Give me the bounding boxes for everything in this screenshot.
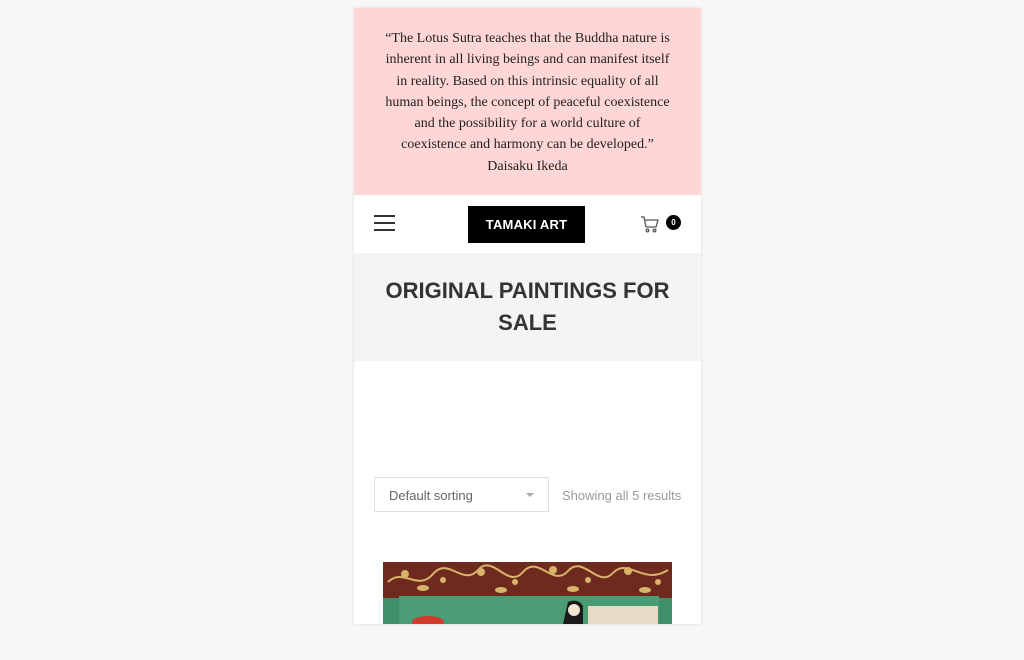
quote-banner: “The Lotus Sutra teaches that the Buddha… [354,8,701,195]
chevron-down-icon [526,493,534,497]
sorting-select[interactable]: Default sorting [374,477,549,512]
site-header: TAMAKI ART 0 [354,195,701,253]
painting-thumbnail [383,562,672,624]
cart-count-badge: 0 [666,215,681,230]
page-title-band: ORIGINAL PAINTINGS FOR SALE [354,253,701,361]
page-viewport: “The Lotus Sutra teaches that the Buddha… [354,8,701,624]
page-title: ORIGINAL PAINTINGS FOR SALE [385,278,670,335]
shop-toolbar: Default sorting Showing all 5 results [374,477,684,514]
sorting-select-value: Default sorting [389,488,473,503]
hamburger-menu-icon[interactable] [374,215,395,231]
site-logo[interactable]: TAMAKI ART [468,206,585,243]
product-image[interactable] [383,562,672,624]
result-count: Showing all 5 results [562,488,682,503]
quote-text: “The Lotus Sutra teaches that the Buddha… [385,31,670,174]
shopping-cart-icon[interactable] [640,214,660,234]
